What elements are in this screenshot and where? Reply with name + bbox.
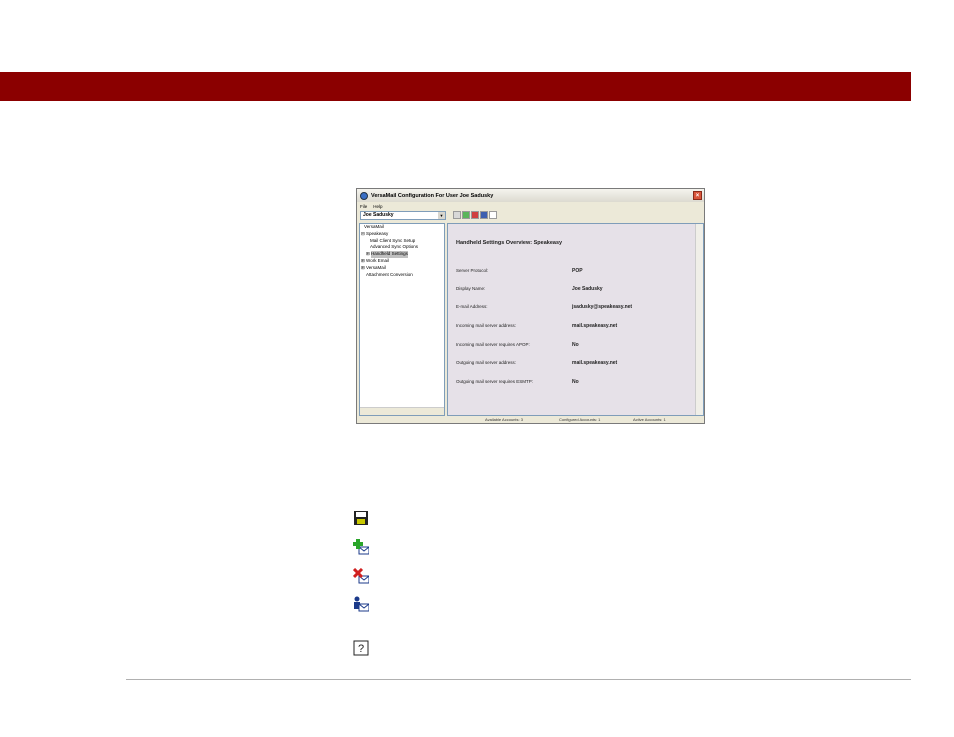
user-settings-icon[interactable]	[480, 211, 488, 219]
panel-scrollbar[interactable]	[695, 224, 703, 415]
save-icon	[354, 511, 368, 525]
tree-item[interactable]: Attachment Conversion	[360, 272, 444, 279]
footer-rule	[126, 679, 911, 680]
delete-account-icon[interactable]	[471, 211, 479, 219]
add-account-icon	[353, 539, 369, 555]
status-bar: Available Accounts: 3 Configured Account…	[357, 416, 704, 423]
menu-bar: File Help	[357, 202, 704, 210]
tree-item[interactable]: VersaMail	[360, 224, 444, 231]
field-label: Outgoing mail server address:	[456, 360, 517, 365]
field-label: Outgoing mail server requires ESMTP:	[456, 379, 534, 384]
field-value: jsadusky@speakeasy.net	[572, 304, 633, 310]
field-value: mail.speakeasy.net	[572, 360, 618, 366]
tree-item[interactable]: ⊟ Speakeasy	[360, 231, 444, 238]
field-label: Display Name:	[456, 286, 486, 291]
settings-overview-panel: Handheld Settings Overview: Speakeasy Se…	[447, 223, 704, 416]
help-icon[interactable]	[489, 211, 497, 219]
svg-text:?: ?	[358, 643, 364, 655]
field-label: Server Protocol:	[456, 268, 489, 273]
status-configured: Configured Accounts: 1	[559, 417, 601, 422]
field-value: No	[572, 342, 579, 348]
config-window-screenshot: VersaMail Configuration For User Joe Sad…	[356, 188, 705, 424]
status-available: Available Accounts: 3	[485, 417, 523, 422]
field-label: Incoming mail server address:	[456, 323, 517, 328]
help-icon: ?	[353, 640, 369, 656]
field-value: mail.speakeasy.net	[572, 323, 618, 329]
delete-account-icon	[353, 568, 369, 584]
account-select-value: Joe Sadusky	[363, 212, 394, 218]
close-icon[interactable]: ×	[693, 191, 702, 200]
window-title-bar: VersaMail Configuration For User Joe Sad…	[357, 189, 704, 202]
settings-tree: VersaMail ⊟ Speakeasy Mail Client Sync S…	[359, 223, 445, 416]
add-account-icon[interactable]	[462, 211, 470, 219]
tree-item[interactable]: Advanced Sync Options	[360, 244, 444, 251]
app-icon	[360, 191, 368, 200]
tree-scrollbar[interactable]	[360, 407, 444, 415]
menu-file[interactable]: File	[360, 204, 367, 209]
field-value: No	[572, 379, 579, 385]
tree-item[interactable]: Mail Client Sync Setup	[360, 238, 444, 245]
tree-item-selected[interactable]: ⊞ Handheld Settings	[360, 251, 444, 258]
panel-title: Handheld Settings Overview: Speakeasy	[456, 240, 563, 246]
chevron-down-icon[interactable]: ▼	[438, 212, 445, 219]
field-value: POP	[572, 268, 583, 274]
status-active: Active Accounts: 1	[633, 417, 666, 422]
window-title: VersaMail Configuration For User Joe Sad…	[371, 192, 494, 199]
menu-help[interactable]: Help	[373, 204, 382, 209]
mini-toolbar	[453, 211, 497, 219]
header-bar	[0, 72, 911, 101]
field-value: Joe Sadusky	[572, 286, 603, 292]
account-select[interactable]: Joe Sadusky ▼	[360, 211, 446, 220]
toolbar-row: Joe Sadusky ▼	[357, 210, 704, 221]
tree-item[interactable]: ⊞ VersaMail	[360, 265, 444, 272]
field-label: E-mail Address:	[456, 304, 488, 309]
user-settings-icon	[354, 596, 369, 612]
field-label: Incoming mail server requires APOP:	[456, 342, 530, 347]
save-icon[interactable]	[453, 211, 461, 219]
tree-item[interactable]: ⊞ Work Email	[360, 258, 444, 265]
